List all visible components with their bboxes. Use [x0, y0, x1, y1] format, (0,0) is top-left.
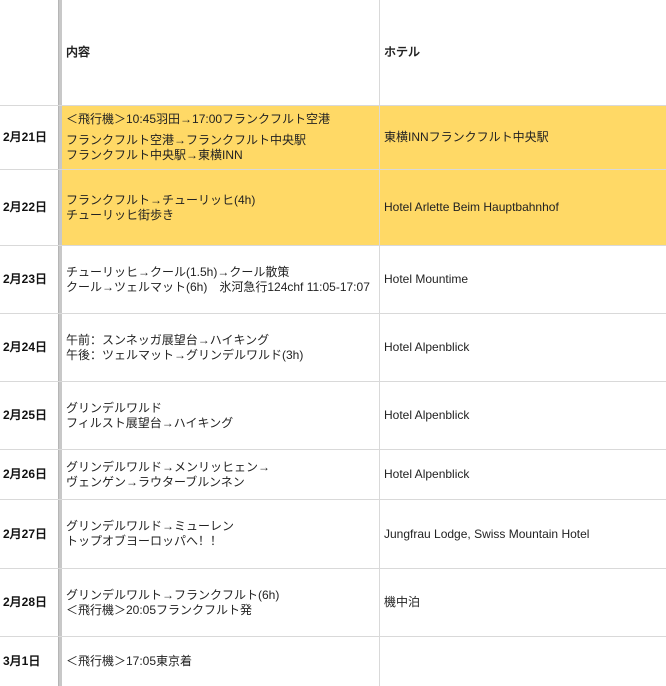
table-row: 2月26日 グリンデルワルド→メンリッヒェン→ ヴェンゲン→ラウターブルンネン … [0, 450, 666, 500]
content-line: フィルスト展望台→ハイキング [66, 415, 234, 430]
hotel-name: Hotel Alpenblick [384, 340, 470, 354]
content-cell[interactable]: グリンデルワルド フィルスト展望台→ハイキング [62, 382, 380, 449]
hotel-cell[interactable]: Jungfrau Lodge, Swiss Mountain Hotel [380, 500, 666, 568]
content-line: グリンデルワルド→ミューレン [66, 519, 235, 533]
hotel-name: Hotel Alpenblick [384, 408, 470, 422]
content-cell[interactable]: ＜飛行機＞17:05東京着 [62, 637, 380, 686]
hotel-name: Hotel Alpenblick [384, 467, 470, 481]
header-hotel-cell[interactable]: ホテル [380, 0, 666, 105]
header-content-label: 内容 [66, 45, 91, 59]
hotel-cell[interactable]: Hotel Mountime [380, 246, 666, 313]
hotel-name: 機中泊 [384, 595, 421, 609]
content-line: グリンデルワルド→メンリッヒェン→ [66, 459, 271, 474]
content-line: フランクフルト→チューリッヒ(4h) [66, 192, 256, 207]
table-row: 2月23日 チューリッヒ→クール(1.5h)→クール散策 クール→ツェルマット(… [0, 246, 666, 314]
header-content-cell[interactable]: 内容 [62, 0, 380, 105]
content-line: クール→ツェルマット(6h) 氷河急行124chf 11:05-17:07 [66, 279, 370, 294]
date-cell[interactable]: 2月21日 [0, 106, 58, 169]
content-line: ＜飛行機＞17:05東京着 [66, 654, 193, 668]
hotel-cell[interactable]: Hotel Alpenblick [380, 314, 666, 381]
date-cell[interactable]: 2月28日 [0, 569, 58, 636]
hotel-cell[interactable] [380, 637, 666, 686]
date-cell[interactable]: 3月1日 [0, 637, 58, 686]
content-cell[interactable]: チューリッヒ→クール(1.5h)→クール散策 クール→ツェルマット(6h) 氷河… [62, 246, 380, 313]
hotel-name: 東横INNフランクフルト中央駅 [384, 130, 549, 144]
hotel-name: Hotel Mountime [384, 272, 469, 286]
itinerary-table: 内容 ホテル 2月21日 ＜飛行機＞10:45羽田→17:00フランクフルト空港… [0, 0, 666, 686]
date-cell[interactable]: 2月25日 [0, 382, 58, 449]
date-cell[interactable]: 2月26日 [0, 450, 58, 499]
hotel-cell[interactable]: 機中泊 [380, 569, 666, 636]
hotel-cell[interactable]: Hotel Arlette Beim Hauptbahnhof [380, 170, 666, 245]
date-cell[interactable]: 2月22日 [0, 170, 58, 245]
table-row: 3月1日 ＜飛行機＞17:05東京着 [0, 637, 666, 686]
content-line: グリンデルワルト→フランクフルト(6h) [66, 587, 280, 602]
content-line: ヴェンゲン→ラウターブルンネン [66, 474, 245, 489]
spreadsheet: 内容 ホテル 2月21日 ＜飛行機＞10:45羽田→17:00フランクフルト空港… [0, 0, 666, 686]
content-cell[interactable]: 午前：スンネッガ展望台→ハイキング 午後：ツェルマット→グリンデルワルド(3h) [62, 314, 380, 381]
content-line: ＜飛行機＞20:05フランクフルト発 [66, 602, 253, 617]
content-line: チューリッヒ街歩き [66, 207, 175, 222]
content-line: フランクフルト中央駅→東横INN [66, 148, 243, 162]
table-row: 2月28日 グリンデルワルト→フランクフルト(6h) ＜飛行機＞20:05フラン… [0, 569, 666, 637]
table-row: 2月25日 グリンデルワルド フィルスト展望台→ハイキング Hotel Alpe… [0, 382, 666, 450]
table-row: 2月27日 グリンデルワルド→ミューレン トップオブヨーロッパへ！！ Jungf… [0, 500, 666, 569]
date-cell[interactable]: 2月23日 [0, 246, 58, 313]
content-cell[interactable]: グリンデルワルド→メンリッヒェン→ ヴェンゲン→ラウターブルンネン [62, 450, 380, 499]
hotel-cell[interactable]: Hotel Alpenblick [380, 450, 666, 499]
content-line: 午前：スンネッガ展望台→ハイキング [66, 332, 270, 347]
date-cell[interactable]: 2月27日 [0, 500, 58, 568]
content-line: トップオブヨーロッパへ！！ [66, 534, 223, 548]
date-cell[interactable]: 2月24日 [0, 314, 58, 381]
header-hotel-label: ホテル [384, 45, 421, 59]
header-row: 内容 ホテル [0, 0, 666, 106]
content-cell[interactable]: グリンデルワルト→フランクフルト(6h) ＜飛行機＞20:05フランクフルト発 [62, 569, 380, 636]
content-cell[interactable]: グリンデルワルド→ミューレン トップオブヨーロッパへ！！ [62, 500, 380, 568]
hotel-name: Hotel Arlette Beim Hauptbahnhof [384, 200, 559, 214]
header-date-cell[interactable] [0, 0, 58, 105]
content-line: グリンデルワルド [66, 400, 163, 415]
content-line: フランクフルト空港→フランクフルト中央駅 [66, 133, 307, 147]
content-cell[interactable]: フランクフルト→チューリッヒ(4h) チューリッヒ街歩き [62, 170, 380, 245]
content-line: チューリッヒ→クール(1.5h)→クール散策 [66, 264, 290, 279]
table-row: 2月21日 ＜飛行機＞10:45羽田→17:00フランクフルト空港 フランクフル… [0, 106, 666, 170]
hotel-cell[interactable]: Hotel Alpenblick [380, 382, 666, 449]
content-line: 午後：ツェルマット→グリンデルワルド(3h) [66, 347, 304, 362]
table-row: 2月24日 午前：スンネッガ展望台→ハイキング 午後：ツェルマット→グリンデルワ… [0, 314, 666, 382]
table-row: 2月22日 フランクフルト→チューリッヒ(4h) チューリッヒ街歩き Hotel… [0, 170, 666, 246]
hotel-name: Jungfrau Lodge, Swiss Mountain Hotel [384, 526, 590, 541]
hotel-cell[interactable]: 東横INNフランクフルト中央駅 [380, 106, 666, 169]
content-cell[interactable]: ＜飛行機＞10:45羽田→17:00フランクフルト空港 フランクフルト空港→フラ… [62, 106, 380, 169]
content-line: ＜飛行機＞10:45羽田→17:00フランクフルト空港 [66, 112, 331, 126]
